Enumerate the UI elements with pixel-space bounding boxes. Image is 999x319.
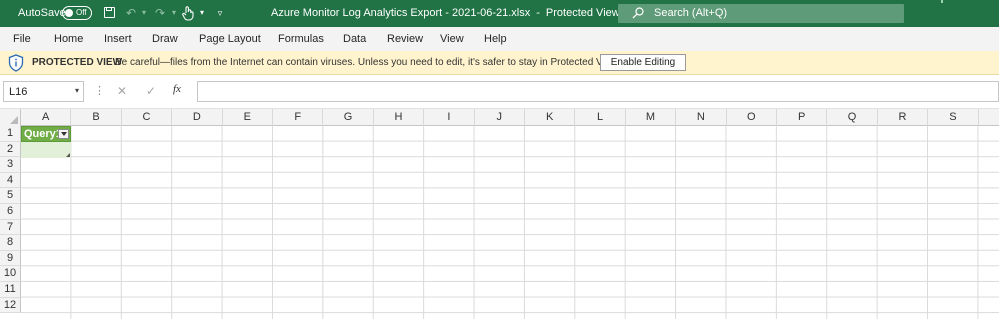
row-header-9[interactable]: 9 — [0, 250, 21, 267]
search-icon — [632, 7, 644, 19]
row-header-3[interactable]: 3 — [0, 157, 21, 173]
tab-view[interactable]: View — [440, 33, 464, 45]
redo-icon[interactable]: ↷ — [153, 5, 167, 21]
column-header-j[interactable]: J — [475, 109, 525, 126]
table-resize-handle[interactable] — [66, 153, 70, 157]
name-box-value: L16 — [9, 86, 28, 98]
redo-dropdown-icon[interactable]: ▾ — [170, 5, 178, 21]
touch-dropdown-icon[interactable]: ▾ — [198, 5, 206, 21]
row-header-1[interactable]: 1 — [0, 126, 21, 142]
row-header-11[interactable]: 11 — [0, 282, 21, 298]
row-header-5[interactable]: 5 — [0, 188, 21, 204]
save-icon[interactable] — [103, 5, 117, 21]
column-header-p[interactable]: P — [777, 109, 828, 126]
column-header-t[interactable]: T — [979, 109, 999, 126]
ribbon-tabs: File Home Insert Draw Page Layout Formul… — [0, 27, 999, 51]
row-header-7[interactable]: 7 — [0, 219, 21, 236]
worksheet-grid: ABCDEFGHIJKLMNOPQRST 123456789101112 — [0, 109, 999, 319]
title-bar: AutoSave Off ↶ ▾ ↷ ▾ ▾ ▿ Azure Monitor L… — [0, 0, 999, 27]
column-header-row: ABCDEFGHIJKLMNOPQRST — [0, 109, 999, 126]
column-header-k[interactable]: K — [525, 109, 576, 126]
autosave-label: AutoSave — [18, 7, 66, 19]
tab-help[interactable]: Help — [484, 33, 507, 45]
tab-insert[interactable]: Insert — [104, 33, 132, 45]
protected-view-message: Be careful—files from the Internet can c… — [115, 57, 620, 68]
cell-area[interactable] — [21, 126, 999, 319]
row-header-2[interactable]: 2 — [0, 141, 21, 158]
column-header-s[interactable]: S — [928, 109, 979, 126]
search-placeholder: Search (Alt+Q) — [654, 7, 728, 19]
table-header-cell[interactable]: Query1 — [21, 126, 71, 142]
confirm-icon[interactable]: ✓ — [143, 83, 159, 99]
tab-data[interactable]: Data — [343, 33, 366, 45]
column-header-m[interactable]: M — [626, 109, 677, 126]
row-header-4[interactable]: 4 — [0, 172, 21, 189]
name-box[interactable]: L16 ▾ — [3, 81, 84, 102]
chevron-down-icon[interactable]: ▾ — [75, 86, 79, 95]
file-name: Azure Monitor Log Analytics Export - 202… — [271, 7, 531, 19]
column-header-n[interactable]: N — [676, 109, 727, 126]
column-header-q[interactable]: Q — [827, 109, 878, 126]
insert-function-icon[interactable]: fx — [173, 83, 181, 95]
cancel-icon[interactable]: ✕ — [114, 83, 130, 99]
column-header-f[interactable]: F — [273, 109, 324, 126]
column-header-o[interactable]: O — [727, 109, 777, 126]
tab-home[interactable]: Home — [54, 33, 83, 45]
table-header-label: Query1 — [24, 128, 62, 140]
document-title[interactable]: Azure Monitor Log Analytics Export - 202… — [271, 7, 629, 19]
column-header-l[interactable]: L — [575, 109, 626, 126]
search-box[interactable]: Search (Alt+Q) — [618, 4, 904, 23]
formula-bar: L16 ▾ ⋮ ✕ ✓ fx — [0, 75, 999, 109]
select-all-button[interactable] — [0, 109, 21, 126]
table-body-cell[interactable] — [21, 142, 71, 158]
tab-review[interactable]: Review — [387, 33, 423, 45]
tab-file[interactable]: File — [13, 33, 31, 45]
view-mode: Protected View — [545, 7, 620, 19]
shield-icon — [8, 54, 24, 72]
formula-input[interactable] — [197, 81, 999, 102]
column-header-c[interactable]: C — [122, 109, 173, 126]
tab-page-layout[interactable]: Page Layout — [199, 33, 261, 45]
undo-icon[interactable]: ↶ — [124, 5, 138, 21]
row-header-10[interactable]: 10 — [0, 266, 21, 282]
column-header-b[interactable]: B — [71, 109, 122, 126]
filter-dropdown-icon[interactable] — [58, 129, 69, 139]
undo-dropdown-icon[interactable]: ▾ — [140, 5, 148, 21]
tab-draw[interactable]: Draw — [152, 33, 178, 45]
more-options-icon[interactable]: ⋮ — [94, 84, 105, 97]
protected-view-bar: PROTECTED VIEW Be careful—files from the… — [0, 51, 999, 75]
column-header-h[interactable]: H — [374, 109, 425, 126]
column-header-r[interactable]: R — [878, 109, 929, 126]
row-header-12[interactable]: 12 — [0, 297, 21, 314]
title-edge-marker — [941, 0, 943, 3]
column-header-d[interactable]: D — [172, 109, 223, 126]
row-header-6[interactable]: 6 — [0, 204, 21, 220]
column-header-g[interactable]: G — [323, 109, 374, 126]
autosave-toggle[interactable]: Off — [62, 6, 92, 20]
customize-icon[interactable]: ▿ — [215, 5, 225, 21]
enable-editing-button[interactable]: Enable Editing — [600, 54, 686, 71]
column-header-i[interactable]: I — [424, 109, 475, 126]
autosave-state: Off — [76, 8, 87, 17]
toggle-knob — [65, 9, 73, 17]
tab-formulas[interactable]: Formulas — [278, 33, 324, 45]
row-header-8[interactable]: 8 — [0, 235, 21, 251]
column-header-e[interactable]: E — [223, 109, 273, 126]
column-header-a[interactable]: A — [21, 109, 72, 126]
touch-mode-icon[interactable] — [182, 5, 194, 21]
protected-view-title: PROTECTED VIEW — [32, 57, 123, 68]
